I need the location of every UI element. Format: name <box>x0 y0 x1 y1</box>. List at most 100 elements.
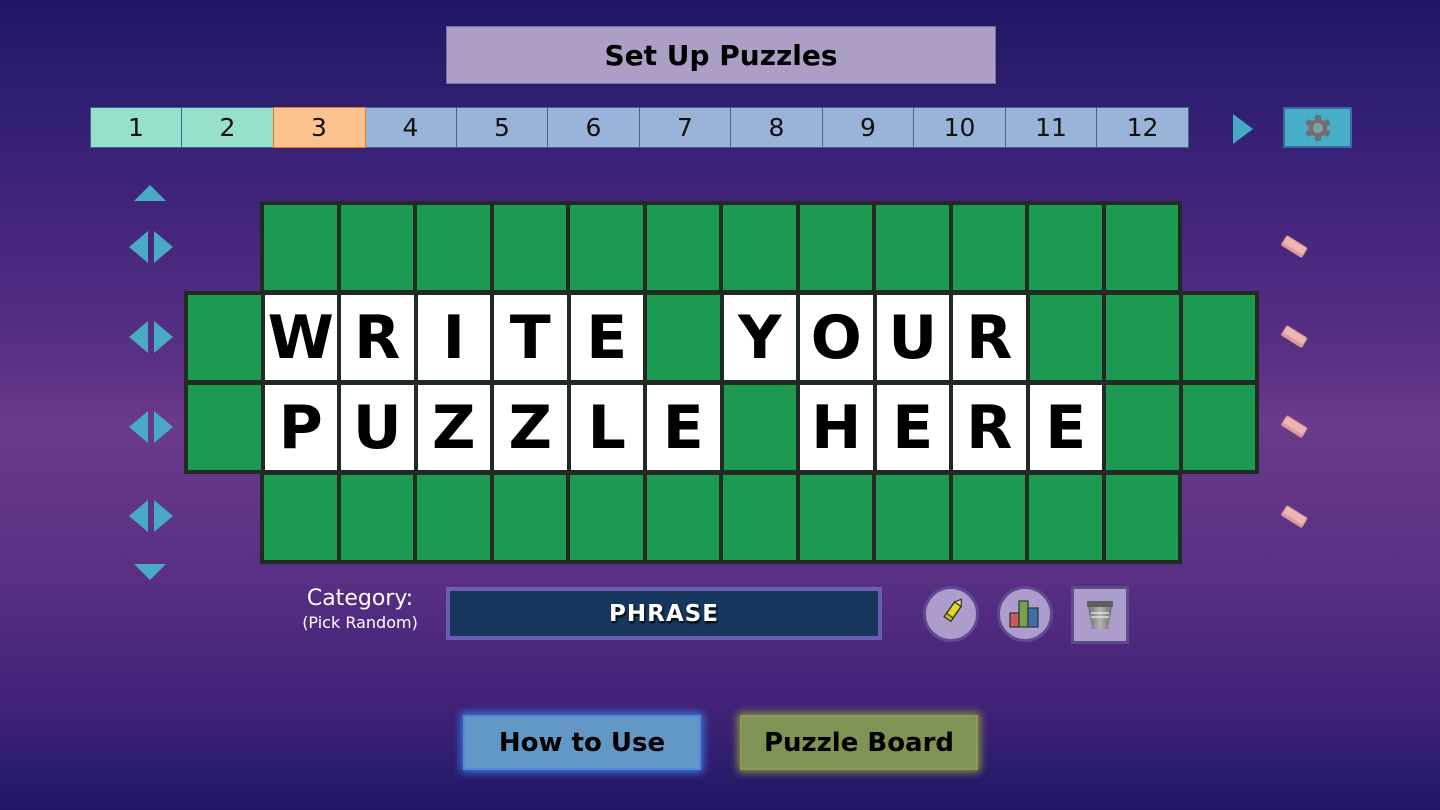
move-up-triangle-up-icon[interactable] <box>134 185 166 201</box>
row-1-clear-eraser-icon[interactable] <box>1276 232 1312 260</box>
puzzle-tab-8[interactable]: 8 <box>730 107 823 148</box>
letter-tile[interactable]: R <box>953 295 1026 380</box>
puzzle-board-button[interactable]: Puzzle Board <box>740 715 978 770</box>
board-row-2: WRITEYOUR <box>184 291 1259 384</box>
blank-tile[interactable] <box>1182 385 1255 470</box>
blank-tile[interactable] <box>1029 475 1102 560</box>
puzzle-tabs: 1 2 3 4 5 6 7 8 9 10 11 12 <box>89 107 1189 149</box>
blank-tile[interactable] <box>799 205 872 290</box>
blank-tile[interactable] <box>723 475 796 560</box>
row-2-clear-eraser-icon[interactable] <box>1276 322 1312 350</box>
settings-button[interactable] <box>1283 107 1352 148</box>
blank-tile[interactable] <box>952 205 1025 290</box>
gear-icon <box>1305 114 1330 141</box>
letter-tile[interactable]: E <box>647 385 720 470</box>
letter-tile[interactable]: U <box>341 385 414 470</box>
eraser-icon <box>1281 325 1308 348</box>
blank-tile[interactable] <box>188 385 261 470</box>
row-3-shift-right-triangle-right-icon[interactable] <box>154 411 173 443</box>
puzzle-tab-5[interactable]: 5 <box>455 107 549 148</box>
blank-tile[interactable] <box>493 475 566 560</box>
puzzle-tab-4[interactable]: 4 <box>364 107 457 148</box>
puzzle-tab-1[interactable]: 1 <box>89 107 183 148</box>
row-1-shift-left-triangle-left-icon[interactable] <box>129 231 148 263</box>
letter-tile[interactable]: W <box>264 295 337 380</box>
row-4-shift-right-triangle-right-icon[interactable] <box>154 500 173 532</box>
letter-tile[interactable]: Y <box>723 295 796 380</box>
blank-tile[interactable] <box>646 475 719 560</box>
blank-tile[interactable] <box>647 295 720 380</box>
blank-tile[interactable] <box>264 475 337 560</box>
letter-tile[interactable]: Z <box>494 385 567 470</box>
blank-tile[interactable] <box>1105 475 1178 560</box>
letter-tile[interactable]: U <box>876 295 949 380</box>
blank-tile[interactable] <box>417 475 490 560</box>
letter-tile[interactable]: O <box>800 295 873 380</box>
blank-tile[interactable] <box>1029 295 1102 380</box>
row-4-shift-controls <box>129 500 175 532</box>
how-to-use-button[interactable]: How to Use <box>463 715 701 770</box>
move-down-triangle-down-icon[interactable] <box>134 564 166 580</box>
row-3-shift-controls <box>129 411 175 443</box>
blank-tile[interactable] <box>570 205 643 290</box>
row-2-shift-left-triangle-left-icon[interactable] <box>129 321 148 353</box>
edit-button[interactable] <box>923 586 979 642</box>
row-1-shift-right-triangle-right-icon[interactable] <box>154 231 173 263</box>
letter-tile[interactable]: P <box>264 385 337 470</box>
row-3-shift-left-triangle-left-icon[interactable] <box>129 411 148 443</box>
blank-tile[interactable] <box>1029 205 1102 290</box>
category-label: Category: (Pick Random) <box>296 586 424 632</box>
letter-tile[interactable]: T <box>494 295 567 380</box>
stats-button[interactable] <box>997 586 1053 642</box>
puzzle-tab-12[interactable]: 12 <box>1096 107 1189 148</box>
pencil-icon <box>943 598 963 623</box>
puzzle-tab-7[interactable]: 7 <box>638 107 732 148</box>
blank-tile[interactable] <box>264 205 337 290</box>
puzzle-tab-6[interactable]: 6 <box>547 107 640 148</box>
letter-tile[interactable]: E <box>570 295 643 380</box>
row-3-clear-eraser-icon[interactable] <box>1276 412 1312 440</box>
blank-tile[interactable] <box>799 475 872 560</box>
blank-tile[interactable] <box>1182 295 1255 380</box>
blank-tile[interactable] <box>723 205 796 290</box>
category-input[interactable]: PHRASE <box>446 587 882 640</box>
board-row-1 <box>260 201 1182 294</box>
blank-tile[interactable] <box>876 205 949 290</box>
blank-tile[interactable] <box>1106 385 1179 470</box>
row-4-shift-left-triangle-left-icon[interactable] <box>129 500 148 532</box>
blank-tile[interactable] <box>340 475 413 560</box>
letter-tile[interactable]: Z <box>417 385 490 470</box>
blank-tile[interactable] <box>1106 295 1179 380</box>
blank-tile[interactable] <box>1105 205 1178 290</box>
puzzle-tab-3[interactable]: 3 <box>272 107 366 148</box>
puzzle-tab-11[interactable]: 11 <box>1004 107 1098 148</box>
eraser-icon <box>1281 505 1308 528</box>
next-puzzles-arrow-icon[interactable] <box>1233 114 1253 144</box>
letter-tile[interactable]: H <box>800 385 873 470</box>
bar-chart-icon <box>1009 600 1039 628</box>
blank-tile[interactable] <box>723 385 796 470</box>
puzzle-tab-2[interactable]: 2 <box>181 107 274 148</box>
blank-tile[interactable] <box>493 205 566 290</box>
row-2-shift-right-triangle-right-icon[interactable] <box>154 321 173 353</box>
board-row-4 <box>260 471 1182 564</box>
eraser-icon <box>1281 235 1308 258</box>
blank-tile[interactable] <box>646 205 719 290</box>
blank-tile[interactable] <box>188 295 261 380</box>
blank-tile[interactable] <box>570 475 643 560</box>
letter-tile[interactable]: R <box>953 385 1026 470</box>
blank-tile[interactable] <box>417 205 490 290</box>
row-2-shift-controls <box>129 321 175 353</box>
row-4-clear-eraser-icon[interactable] <box>1276 502 1312 530</box>
clear-button[interactable] <box>1071 586 1129 644</box>
puzzle-tab-10[interactable]: 10 <box>913 107 1006 148</box>
blank-tile[interactable] <box>876 475 949 560</box>
puzzle-tab-9[interactable]: 9 <box>821 107 915 148</box>
letter-tile[interactable]: E <box>1029 385 1102 470</box>
letter-tile[interactable]: I <box>417 295 490 380</box>
blank-tile[interactable] <box>952 475 1025 560</box>
letter-tile[interactable]: L <box>570 385 643 470</box>
blank-tile[interactable] <box>340 205 413 290</box>
letter-tile[interactable]: E <box>876 385 949 470</box>
letter-tile[interactable]: R <box>341 295 414 380</box>
